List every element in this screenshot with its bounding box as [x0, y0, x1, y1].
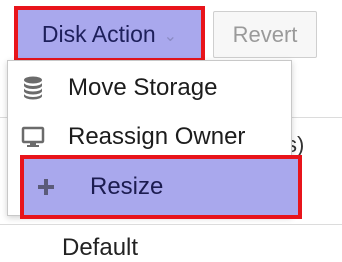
revert-button[interactable]: Revert: [213, 11, 317, 58]
menu-item-reassign-owner[interactable]: Reassign Owner: [8, 114, 291, 160]
table-row-divider: [0, 224, 342, 225]
menu-item-resize[interactable]: Resize: [20, 155, 302, 219]
disk-action-label: Disk Action: [41, 20, 156, 47]
monitor-icon: [8, 126, 58, 148]
menu-item-move-storage[interactable]: Move Storage: [8, 65, 291, 111]
plus-icon: [26, 177, 66, 197]
database-icon: [8, 76, 58, 100]
table-cell-default: Default: [62, 234, 139, 261]
disk-action-button[interactable]: Disk Action ⌄: [14, 6, 205, 62]
menu-item-label: Reassign Owner: [68, 123, 246, 150]
chevron-down-icon: ⌄: [163, 27, 178, 45]
revert-label: Revert: [232, 21, 298, 47]
menu-item-label: Move Storage: [68, 74, 218, 101]
menu-item-label: Resize: [90, 173, 164, 200]
